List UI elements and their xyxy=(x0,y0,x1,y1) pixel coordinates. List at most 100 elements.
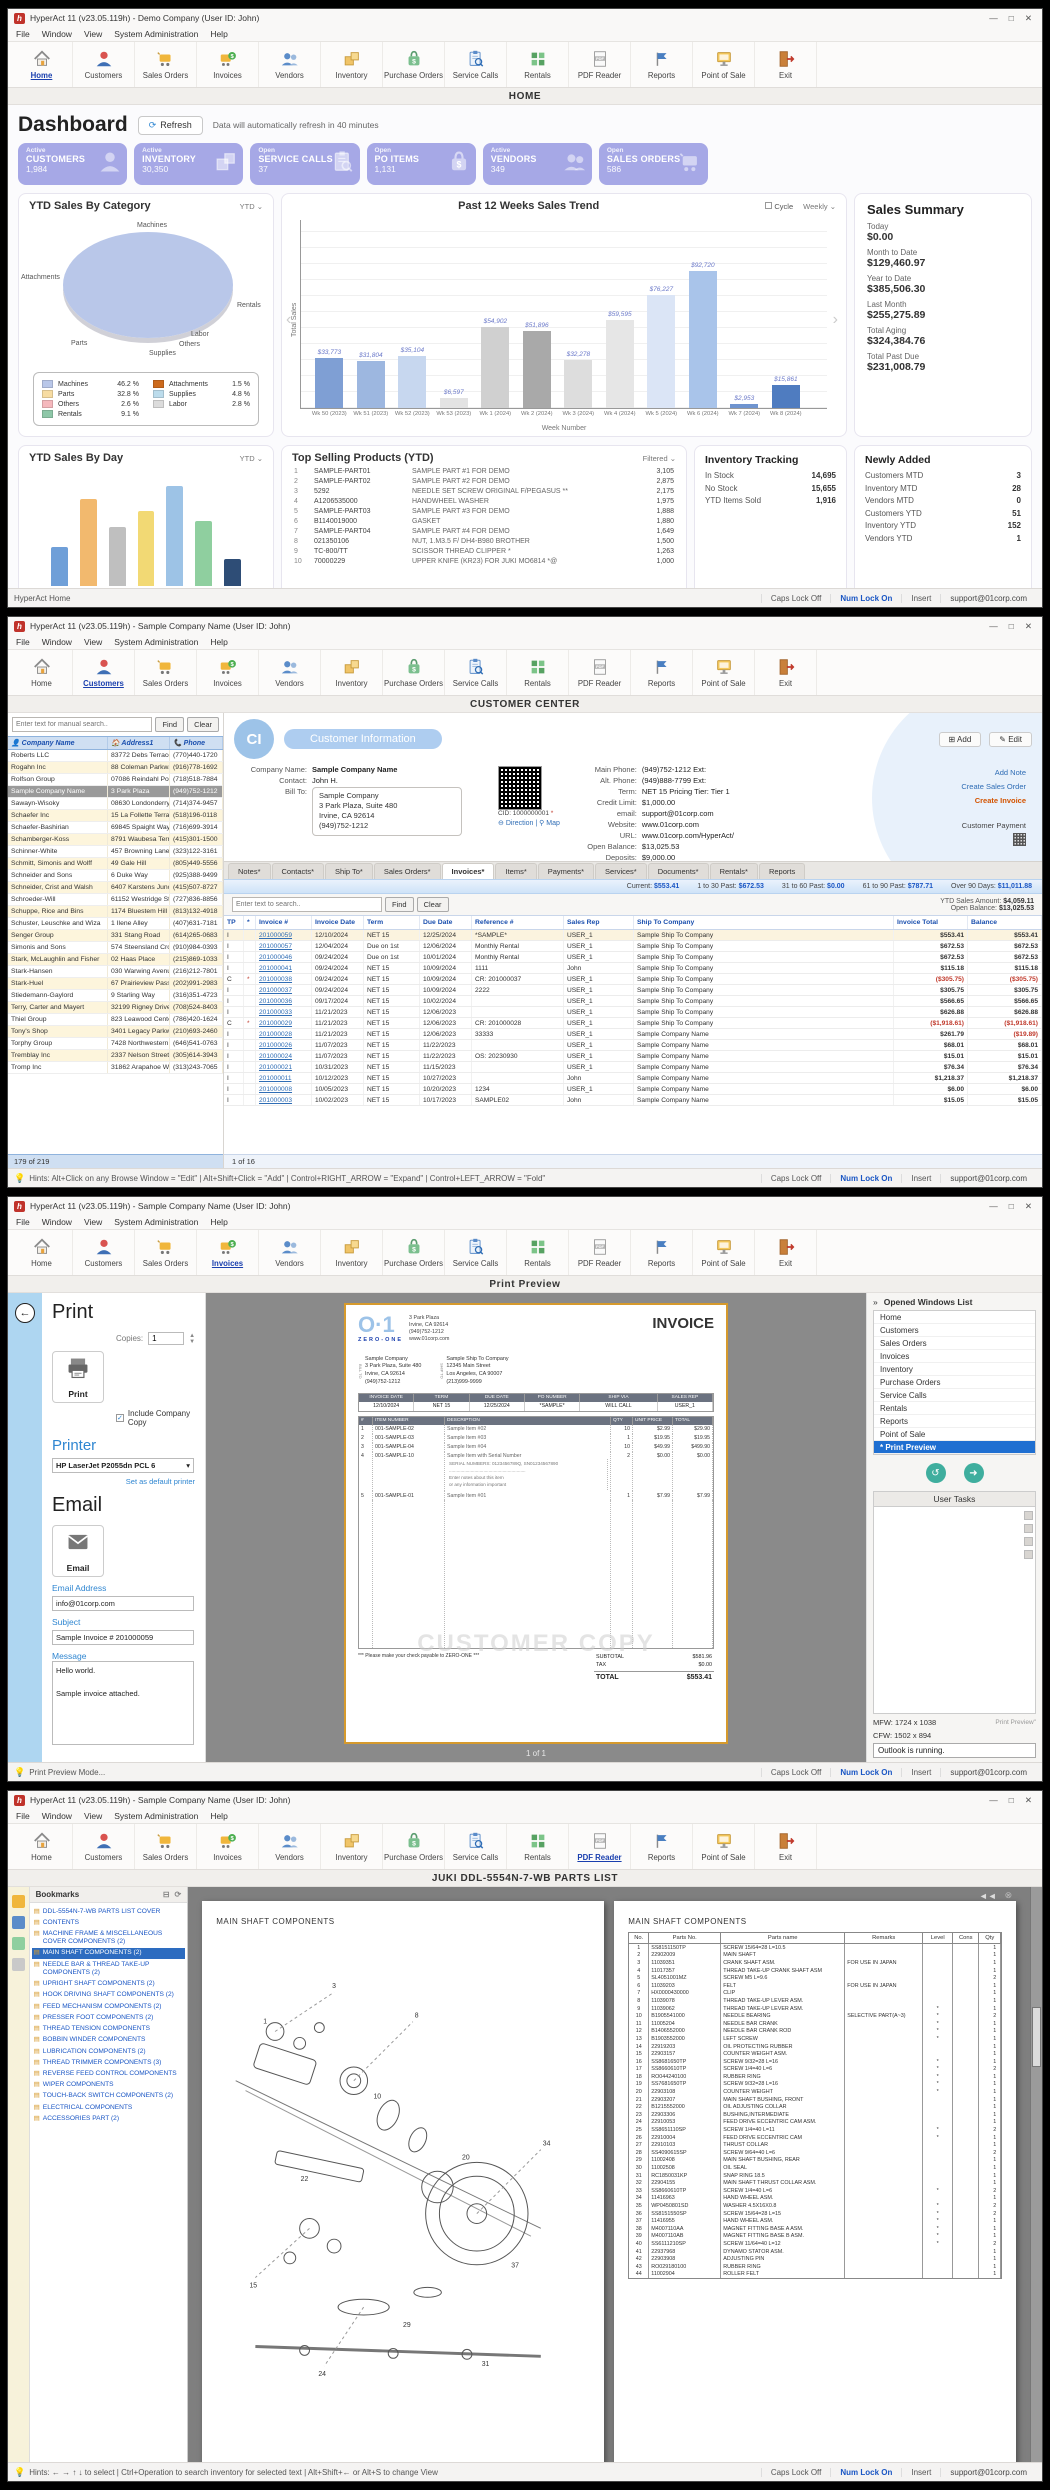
toolbar-item-reports[interactable]: Reports xyxy=(631,650,693,695)
toolbar-item-reports[interactable]: Reports xyxy=(631,42,693,87)
bookmark-icon[interactable] xyxy=(12,1895,25,1908)
customer-row[interactable]: Thiel Group823 Leawood Center(786)420-16… xyxy=(8,1014,223,1026)
include-company-copy-checkbox[interactable]: ✓Include Company Copy xyxy=(116,1409,195,1427)
opened-window-item[interactable]: Customers xyxy=(874,1324,1035,1337)
action-link-create-invoice[interactable]: Create Invoice xyxy=(912,796,1026,805)
opened-window-item[interactable]: Inventory xyxy=(874,1363,1035,1376)
trend-bar[interactable]: $2,953Wk 7 (2024) xyxy=(730,404,758,408)
product-row[interactable]: 1070000229UPPER KNIFE (KR23) FOR JUKI MO… xyxy=(282,556,686,566)
toolbar-item-exit[interactable]: Exit xyxy=(755,650,817,695)
refresh-windows-button[interactable]: ↺ xyxy=(926,1463,946,1483)
opened-window-item[interactable]: * Print Preview xyxy=(874,1441,1035,1454)
menu-item-help[interactable]: Help xyxy=(210,637,227,647)
invoice-row[interactable]: I20100003709/24/2024NET 1510/09/20242222… xyxy=(224,985,1042,996)
customer-payment-label[interactable]: Customer Payment xyxy=(912,821,1026,830)
menu-item-system-administration[interactable]: System Administration xyxy=(114,1811,198,1821)
customer-row[interactable]: Roberts LLC83772 Debs Terrace(770)440-17… xyxy=(8,750,223,762)
toolbar-item-vendors[interactable]: Vendors xyxy=(259,1230,321,1275)
toolbar-item-vendors[interactable]: Vendors xyxy=(259,42,321,87)
toolbar-item-rentals[interactable]: Rentals xyxy=(507,1824,569,1869)
menu-item-view[interactable]: View xyxy=(84,637,102,647)
menu-item-file[interactable]: File xyxy=(16,29,30,39)
trend-bar[interactable]: $31,804Wk 51 (2023) xyxy=(357,361,385,408)
menu-item-view[interactable]: View xyxy=(84,1811,102,1821)
opened-window-item[interactable]: Rentals xyxy=(874,1402,1035,1415)
trend-bar[interactable]: $54,902Wk 1 (2024) xyxy=(481,327,509,408)
opened-window-item[interactable]: Sales Orders xyxy=(874,1337,1035,1350)
trend-bar[interactable]: $6,597Wk 53 (2023) xyxy=(440,398,468,408)
customer-row[interactable]: Stark-Hansen030 Warwing Avenue(216)212-7… xyxy=(8,966,223,978)
bookmark-item[interactable]: ▤UPRIGHT SHAFT COMPONENTS (2) xyxy=(32,1979,186,1990)
customer-row[interactable]: Stiedemann-Gaylord9 Starling Way(316)351… xyxy=(8,990,223,1002)
field-value[interactable]: support@01corp.com xyxy=(642,809,714,818)
opened-window-item[interactable]: Service Calls xyxy=(874,1389,1035,1402)
toolbar-item-home[interactable]: Home xyxy=(11,1230,73,1275)
day-bar[interactable] xyxy=(109,527,126,586)
customer-row[interactable]: Sawayn-Wisoky08630 Londonderry Circle(71… xyxy=(8,798,223,810)
menu-item-window[interactable]: Window xyxy=(42,1217,72,1227)
invoice-row[interactable]: C*20100003809/24/2024NET 1510/09/2024CR:… xyxy=(224,974,1042,985)
parts-table-page[interactable]: MAIN SHAFT COMPONENTS No.Parts No.Parts … xyxy=(614,1901,1016,2462)
cycle-checkbox[interactable]: Cycle xyxy=(765,202,793,211)
close-button[interactable]: ✕ xyxy=(1025,1201,1032,1212)
toolbar-item-customers[interactable]: Customers xyxy=(73,1230,135,1275)
email-button[interactable]: Email xyxy=(52,1525,104,1577)
tab-payments[interactable]: Payments* xyxy=(538,863,594,879)
toolbar-item-exit[interactable]: Exit xyxy=(755,1824,817,1869)
email-address-input[interactable] xyxy=(52,1596,194,1611)
column-header-address1[interactable]: 🏠 Address1 xyxy=(108,737,170,749)
diagram-page[interactable]: MAIN SHAFT COMPONENTS xyxy=(202,1901,604,2462)
column-header-company-name[interactable]: 👤 Company Name xyxy=(8,737,108,749)
day-bar[interactable] xyxy=(166,486,183,586)
collapse-icon[interactable]: » xyxy=(873,1297,878,1307)
column-header-phone[interactable]: 📞 Phone xyxy=(170,737,223,749)
minimize-button[interactable]: — xyxy=(989,1795,998,1806)
toolbar-item-purchase-orders[interactable]: $Purchase Orders xyxy=(383,650,445,695)
clear-button[interactable]: Clear xyxy=(417,897,449,912)
customer-row[interactable]: Schmitt, Simonis and Wolff49 Gale Hill(8… xyxy=(8,858,223,870)
collapse-all-icon[interactable]: ⊟ xyxy=(163,1890,170,1899)
kpi-tile-vendors[interactable]: ActiveVENDORS349 xyxy=(483,143,592,185)
toolbar-item-service-calls[interactable]: Service Calls xyxy=(445,650,507,695)
message-textarea[interactable]: Hello world.Sample invoice attached. xyxy=(52,1661,194,1745)
menu-item-file[interactable]: File xyxy=(16,1217,30,1227)
refresh-icon[interactable]: ⟳ xyxy=(175,1890,182,1899)
thumbnails-icon[interactable] xyxy=(12,1916,25,1929)
customer-row[interactable]: Tremblay Inc2337 Nelson Street(305)614-3… xyxy=(8,1050,223,1062)
toolbar-item-point-of-sale[interactable]: Point of Sale xyxy=(693,42,755,87)
go-button[interactable]: ➜ xyxy=(964,1463,984,1483)
invoice-row[interactable]: I20100003311/21/2023NET 1512/06/2023USER… xyxy=(224,1007,1042,1018)
bookmark-item[interactable]: ▤HOOK DRIVING SHAFT COMPONENTS (2) xyxy=(32,1990,186,2001)
menu-item-window[interactable]: Window xyxy=(42,637,72,647)
tab-notes[interactable]: Notes* xyxy=(228,863,271,879)
toolbar-item-customers[interactable]: Customers xyxy=(73,42,135,87)
kpi-tile-inventory[interactable]: ActiveINVENTORY30,350 xyxy=(134,143,243,185)
maximize-button[interactable]: □ xyxy=(1009,13,1014,24)
toolbar-item-home[interactable]: Home xyxy=(11,42,73,87)
toolbar-item-service-calls[interactable]: Service Calls xyxy=(445,1230,507,1275)
menu-item-window[interactable]: Window xyxy=(42,1811,72,1821)
toolbar-item-service-calls[interactable]: Service Calls xyxy=(445,42,507,87)
user-tasks-list[interactable] xyxy=(873,1506,1036,1714)
customer-row[interactable]: Schaefer-Bashirian69845 Spaight Way(716)… xyxy=(8,822,223,834)
tab-ship-to[interactable]: Ship To* xyxy=(325,863,373,879)
column-header-balance[interactable]: Balance xyxy=(968,916,1042,929)
product-row[interactable]: 1SAMPLE-PART01SAMPLE PART #1 FOR DEMO3,1… xyxy=(282,466,686,476)
invoice-row[interactable]: I20100002811/21/2023NET 1512/06/20233333… xyxy=(224,1029,1042,1040)
find-button[interactable]: Find xyxy=(155,717,184,732)
toolbar-item-inventory[interactable]: Inventory xyxy=(321,1824,383,1869)
field-value[interactable]: www.01corp.com xyxy=(642,820,699,829)
menu-item-view[interactable]: View xyxy=(84,29,102,39)
bookmark-item[interactable]: ▤BOBBIN WINDER COMPONENTS xyxy=(32,2035,186,2046)
day-bar[interactable] xyxy=(138,511,155,586)
invoice-preview-page[interactable]: O·1 ZERO-ONE 3 Park PlazaIrvine, CA 9261… xyxy=(344,1303,728,1744)
print-button[interactable]: Print xyxy=(52,1351,104,1403)
toolbar-item-rentals[interactable]: Rentals xyxy=(507,42,569,87)
day-bar[interactable] xyxy=(224,559,241,586)
toolbar-item-invoices[interactable]: $Invoices xyxy=(197,42,259,87)
bookmark-item[interactable]: ▤DDL-5554N-7-WB PARTS LIST COVER xyxy=(32,1906,186,1917)
bookmark-item[interactable]: ▤LUBRICATION COMPONENTS (2) xyxy=(32,2046,186,2057)
invoice-row[interactable]: I20100002611/07/2023NET 1511/22/2023USER… xyxy=(224,1040,1042,1051)
product-row[interactable]: 6B1140019000GASKET1,880 xyxy=(282,516,686,526)
customer-row[interactable]: Rogahn Inc88 Coleman Parkway(916)778-169… xyxy=(8,762,223,774)
